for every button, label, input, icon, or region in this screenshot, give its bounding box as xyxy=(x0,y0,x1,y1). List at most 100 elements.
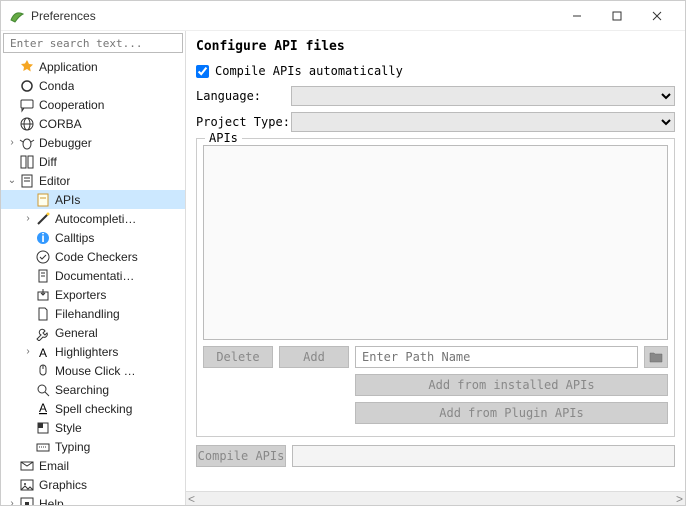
tree-item-label: Diff xyxy=(39,155,57,169)
language-label: Language: xyxy=(196,89,291,103)
tree-item-code-checkers[interactable]: Code Checkers xyxy=(1,247,185,266)
tree-item-label: Email xyxy=(39,459,69,473)
tree-item-label: APIs xyxy=(55,193,80,207)
tree-item-email[interactable]: Email xyxy=(1,456,185,475)
tree-item-help[interactable]: ›Help xyxy=(1,494,185,505)
expand-icon[interactable]: › xyxy=(21,212,35,226)
minimize-button[interactable] xyxy=(557,2,597,30)
language-row: Language: xyxy=(196,86,675,106)
tree-item-spell-checking[interactable]: A Spell checking xyxy=(1,399,185,418)
compile-auto-checkbox[interactable] xyxy=(196,65,209,78)
tree-item-mouse-click[interactable]: Mouse Click … xyxy=(1,361,185,380)
tree-item-general[interactable]: General xyxy=(1,323,185,342)
tree-item-label: Filehandling xyxy=(55,307,120,321)
tree-item-apis[interactable]: APIs xyxy=(1,190,185,209)
expand-icon xyxy=(21,288,35,302)
language-select[interactable] xyxy=(291,86,675,106)
tree-item-style[interactable]: Style xyxy=(1,418,185,437)
scroll-left-icon[interactable]: < xyxy=(188,492,195,506)
tree-item-highlighters[interactable]: › A Highlighters xyxy=(1,342,185,361)
compile-auto-label: Compile APIs automatically xyxy=(215,64,403,78)
tree-item-cooperation[interactable]: Cooperation xyxy=(1,95,185,114)
edit-icon xyxy=(19,173,35,189)
expand-icon xyxy=(21,193,35,207)
delete-button[interactable]: Delete xyxy=(203,346,273,368)
browse-button[interactable] xyxy=(644,346,668,368)
horizontal-scrollbar[interactable]: < > xyxy=(186,491,685,505)
expand-icon xyxy=(21,231,35,245)
spell-icon: A xyxy=(35,401,51,417)
compile-auto-row: Compile APIs automatically xyxy=(196,64,675,78)
sidebar: Application CondaCooperationCORBA›Debugge… xyxy=(1,31,186,505)
apis-action-row-2: Add from installed APIs xyxy=(203,374,668,396)
apis-icon xyxy=(35,192,51,208)
maximize-button[interactable] xyxy=(597,2,637,30)
preferences-tree[interactable]: Application CondaCooperationCORBA›Debugge… xyxy=(1,55,185,505)
tree-item-documentati[interactable]: Documentati… xyxy=(1,266,185,285)
tree-item-label: Highlighters xyxy=(55,345,118,359)
tree-item-label: Autocompleti… xyxy=(55,212,136,226)
tree-item-conda[interactable]: Conda xyxy=(1,76,185,95)
project-type-select[interactable] xyxy=(291,112,675,132)
expand-icon xyxy=(5,459,19,473)
tree-item-label: Mouse Click … xyxy=(55,364,136,378)
keyboard-icon xyxy=(35,439,51,455)
path-input[interactable] xyxy=(355,346,638,368)
scroll-right-icon[interactable]: > xyxy=(676,492,683,506)
tree-item-label: Searching xyxy=(55,383,109,397)
compile-apis-button[interactable]: Compile APIs xyxy=(196,445,286,467)
tree-item-label: Spell checking xyxy=(55,402,132,416)
tree-item-label: Graphics xyxy=(39,478,87,492)
svg-text:i: i xyxy=(41,231,44,245)
expand-icon xyxy=(21,326,35,340)
tree-item-exporters[interactable]: Exporters xyxy=(1,285,185,304)
expand-icon xyxy=(5,98,19,112)
tree-item-debugger[interactable]: ›Debugger xyxy=(1,133,185,152)
expand-icon xyxy=(21,383,35,397)
svg-text:A: A xyxy=(39,346,47,360)
expand-icon xyxy=(5,117,19,131)
tree-item-label: Typing xyxy=(55,440,90,454)
search-input[interactable] xyxy=(4,34,182,52)
expand-icon xyxy=(21,307,35,321)
tree-item-label: Editor xyxy=(39,174,70,188)
help-icon xyxy=(19,496,35,506)
info-icon: i xyxy=(35,230,51,246)
close-button[interactable] xyxy=(637,2,677,30)
tree-item-editor[interactable]: ⌄ Editor xyxy=(1,171,185,190)
tree-item-autocompleti[interactable]: › Autocompleti… xyxy=(1,209,185,228)
tree-item-label: Exporters xyxy=(55,288,106,302)
tree-item-graphics[interactable]: Graphics xyxy=(1,475,185,494)
search-icon xyxy=(35,382,51,398)
expand-icon xyxy=(21,421,35,435)
tree-item-diff[interactable]: Diff xyxy=(1,152,185,171)
tree-item-calltips[interactable]: i Calltips xyxy=(1,228,185,247)
check-icon xyxy=(35,249,51,265)
mouse-icon xyxy=(35,363,51,379)
tree-item-searching[interactable]: Searching xyxy=(1,380,185,399)
window-title: Preferences xyxy=(31,9,557,23)
expand-icon[interactable]: › xyxy=(21,345,35,359)
expand-icon xyxy=(21,250,35,264)
expand-icon xyxy=(21,440,35,454)
tree-item-filehandling[interactable]: Filehandling xyxy=(1,304,185,323)
file-icon xyxy=(35,306,51,322)
search-container xyxy=(3,33,183,53)
expand-icon[interactable]: › xyxy=(5,136,19,150)
tree-item-label: Calltips xyxy=(55,231,94,245)
expand-icon[interactable]: ⌄ xyxy=(5,174,19,188)
expand-icon xyxy=(5,478,19,492)
add-installed-button[interactable]: Add from installed APIs xyxy=(355,374,668,396)
add-plugin-button[interactable]: Add from Plugin APIs xyxy=(355,402,668,424)
bug-icon xyxy=(19,135,35,151)
add-button[interactable]: Add xyxy=(279,346,349,368)
circle-icon xyxy=(19,78,35,94)
tree-item-corba[interactable]: CORBA xyxy=(1,114,185,133)
apis-group: APIs Delete Add Add from installed APIs … xyxy=(196,138,675,437)
tree-item-typing[interactable]: Typing xyxy=(1,437,185,456)
apis-list[interactable] xyxy=(203,145,668,340)
expand-icon[interactable]: › xyxy=(5,497,19,506)
tree-item-label: Application xyxy=(39,60,98,74)
tree-item-application[interactable]: Application xyxy=(1,57,185,76)
tree-item-label: Code Checkers xyxy=(55,250,138,264)
